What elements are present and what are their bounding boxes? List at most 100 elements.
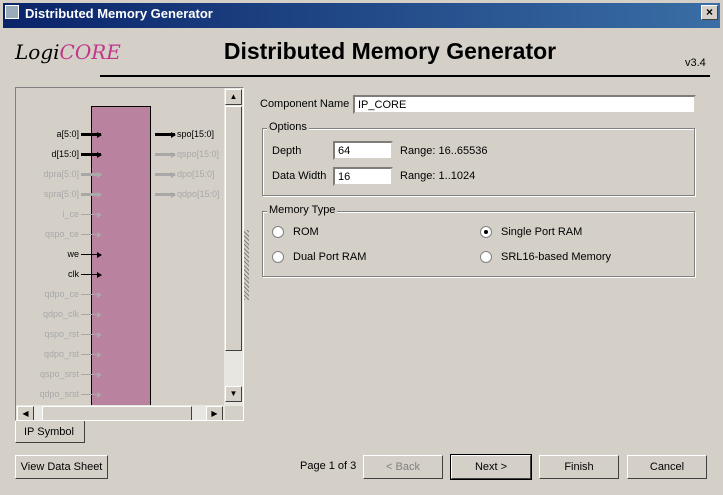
pin-label: dpo[15:0] (177, 169, 215, 179)
pin-label: qspo_ce (44, 229, 79, 239)
data-width-label: Data Width (272, 170, 327, 182)
view-data-sheet-button[interactable]: View Data Sheet (15, 455, 108, 479)
pin-label: qspo_srst (39, 369, 79, 379)
input-pin: a[5:0] (56, 129, 103, 139)
page-indicator: Page 1 of 3 (300, 460, 357, 472)
memory-type-radio[interactable]: Dual Port RAM (272, 251, 366, 263)
arrow-icon (81, 271, 102, 278)
component-name-label: Component Name (260, 98, 350, 110)
input-pin: qdpo_clk (43, 309, 103, 319)
input-pin: qspo_ce (45, 229, 103, 239)
logicore-logo: LogiCORE (15, 40, 121, 64)
scroll-left-button[interactable]: ◀ (17, 406, 34, 420)
arrow-icon (155, 191, 176, 198)
arrow-icon (81, 331, 102, 338)
pin-label: clk (68, 269, 79, 279)
radio-label: SRL16-based Memory (501, 251, 612, 263)
memory-type-label: Memory Type (267, 204, 338, 216)
arrow-icon (81, 251, 102, 258)
arrow-icon (155, 131, 176, 138)
radio-label: ROM (293, 226, 319, 238)
scroll-right-button[interactable]: ▶ (206, 406, 223, 420)
pin-label: we (67, 249, 79, 259)
radio-icon[interactable] (480, 226, 492, 238)
arrow-icon (81, 151, 102, 158)
options-group-label: Options (267, 121, 309, 133)
memory-type-radio[interactable]: SRL16-based Memory (480, 251, 611, 263)
memory-type-radio[interactable]: ROM (272, 226, 319, 238)
arrow-icon (81, 211, 102, 218)
arrow-icon (155, 151, 176, 158)
pin-label: spra[5:0] (43, 189, 79, 199)
depth-input[interactable] (333, 141, 393, 160)
input-pin: d[15:0] (51, 149, 103, 159)
back-button[interactable]: < Back (363, 455, 443, 479)
data-width-input[interactable] (333, 167, 393, 186)
pin-label: a[5:0] (56, 129, 79, 139)
memory-type-radio[interactable]: Single Port RAM (480, 226, 582, 238)
header-divider (100, 75, 710, 77)
input-pin: qdpo_rst (44, 349, 103, 359)
input-pin: spra[5:0] (44, 189, 103, 199)
arrow-icon (81, 231, 102, 238)
logo-text-core: CORE (59, 40, 121, 64)
arrow-icon (81, 131, 102, 138)
output-pin: qspo[15:0] (153, 149, 219, 159)
radio-icon[interactable] (272, 226, 284, 238)
scroll-up-button[interactable]: ▲ (225, 89, 242, 105)
pin-label: qspo[15:0] (177, 149, 220, 159)
input-pin: qspo_rst (44, 329, 103, 339)
finish-button[interactable]: Finish (539, 455, 619, 479)
data-width-range: Range: 1..1024 (400, 170, 476, 182)
output-pin: spo[15:0] (153, 129, 214, 139)
pin-label: d[15:0] (51, 149, 79, 159)
arrow-icon (81, 191, 102, 198)
radio-label: Dual Port RAM (293, 251, 367, 263)
scroll-down-button[interactable]: ▼ (225, 386, 242, 402)
pin-label: i_ce (62, 209, 79, 219)
pin-label: qdpo_ce (44, 289, 79, 299)
input-pin: qdpo_srst (39, 389, 103, 399)
close-button[interactable]: × (701, 5, 718, 20)
pin-label: spo[15:0] (177, 129, 215, 139)
arrow-icon (81, 391, 102, 398)
input-pin: clk (68, 269, 103, 279)
options-group (262, 128, 695, 196)
window-title: Distributed Memory Generator (25, 6, 213, 21)
radio-icon[interactable] (480, 251, 492, 263)
arrow-icon (81, 171, 102, 178)
pin-label: qspo_rst (44, 329, 79, 339)
depth-range: Range: 16..65536 (400, 145, 488, 157)
title-bar[interactable]: Distributed Memory Generator (0, 0, 723, 28)
pin-label: qdpo_srst (39, 389, 79, 399)
input-pin: dpra[5:0] (43, 169, 103, 179)
memory-type-group (262, 211, 695, 277)
horizontal-scroll-thumb[interactable] (42, 406, 192, 420)
radio-icon[interactable] (272, 251, 284, 263)
input-pin: i_ce (62, 209, 103, 219)
arrow-icon (81, 311, 102, 318)
cancel-button[interactable]: Cancel (627, 455, 707, 479)
input-pin: we (67, 249, 103, 259)
input-pin: qspo_srst (40, 369, 103, 379)
radio-label: Single Port RAM (501, 226, 583, 238)
arrow-icon (155, 171, 176, 178)
next-button[interactable]: Next > (450, 454, 532, 480)
splitter-handle[interactable] (244, 230, 249, 300)
pin-label: qdpo_clk (42, 309, 79, 319)
app-icon (5, 5, 19, 19)
pin-label: dpra[5:0] (43, 169, 79, 179)
pin-label: qdpo_rst (43, 349, 79, 359)
arrow-icon (81, 371, 102, 378)
arrow-icon (81, 291, 102, 298)
output-pin: qdpo[15:0] (153, 189, 220, 199)
vertical-scroll-thumb[interactable] (225, 106, 242, 351)
output-pin: dpo[15:0] (153, 169, 215, 179)
logo-text: Logi (15, 40, 60, 64)
component-name-input[interactable] (353, 95, 696, 114)
tab-ip-symbol[interactable]: IP Symbol (15, 421, 85, 443)
input-pin: qdpo_ce (44, 289, 103, 299)
arrow-icon (81, 351, 102, 358)
page-title: Distributed Memory Generator (223, 38, 557, 64)
depth-label: Depth (272, 145, 302, 157)
